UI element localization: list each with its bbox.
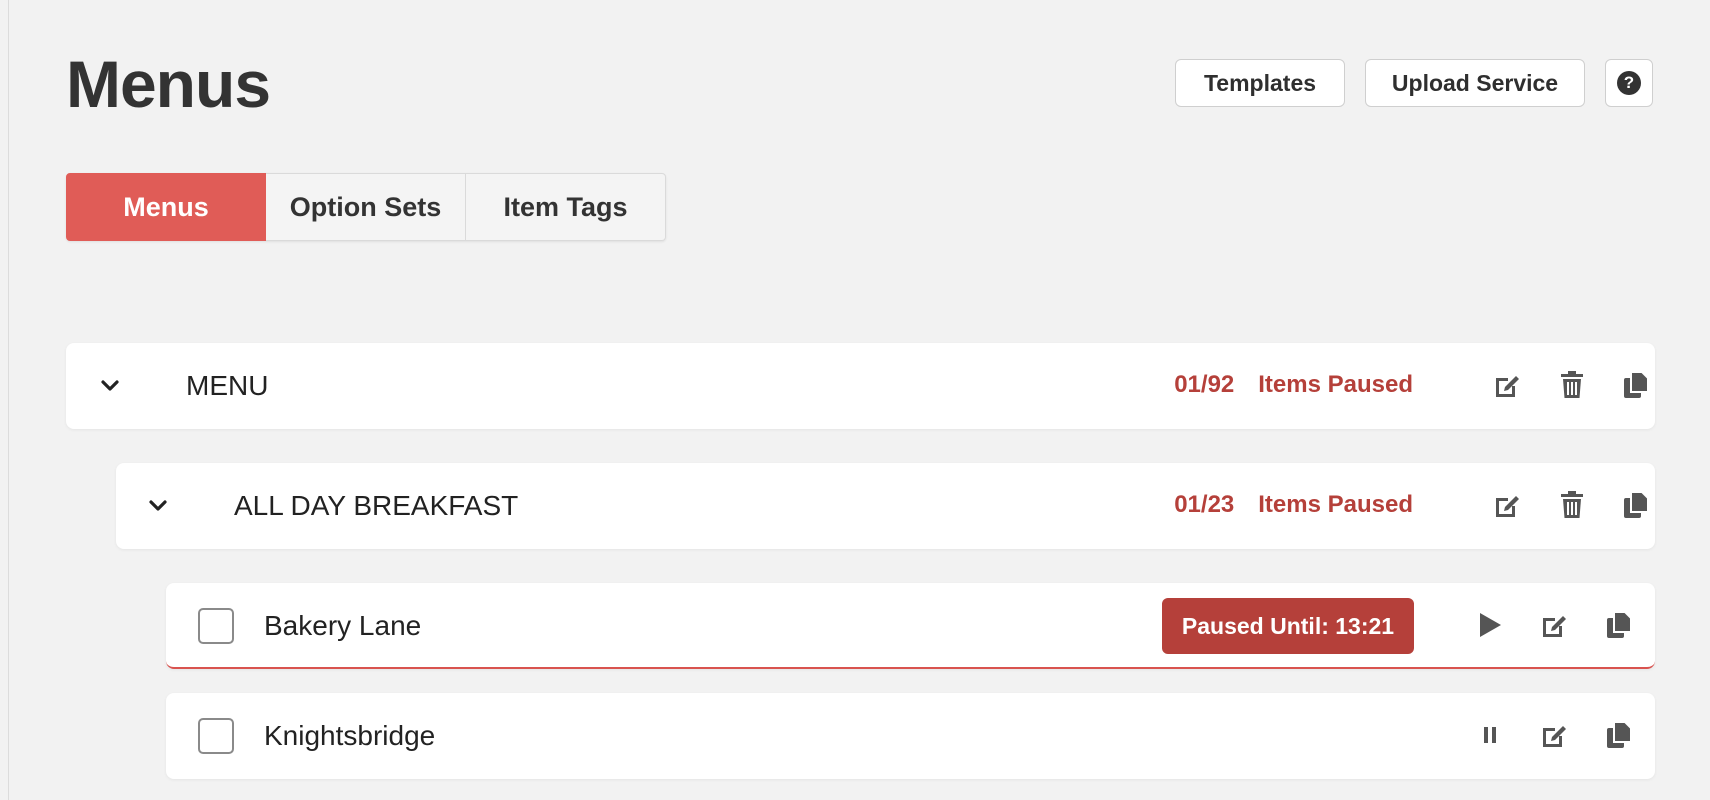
edit-icon[interactable] (1536, 607, 1572, 643)
category-row: ALL DAY BREAKFAST 01/23 Items Paused (116, 463, 1655, 549)
menu-paused-count: 01/92 (1174, 371, 1235, 398)
edit-icon[interactable] (1536, 717, 1572, 753)
item-checkbox[interactable] (198, 718, 234, 754)
tab-option-sets[interactable]: Option Sets (266, 173, 466, 241)
copy-icon[interactable] (1601, 607, 1637, 643)
category-paused-count: 01/23 (1174, 491, 1235, 518)
item-name: Bakery Lane (264, 610, 422, 641)
category-paused-summary: 01/23 Items Paused (1174, 491, 1413, 519)
page-title: Menus (66, 47, 271, 121)
help-icon: ? (1617, 71, 1641, 95)
menu-paused-summary: 01/92 Items Paused (1174, 371, 1413, 399)
chevron-down-icon[interactable] (148, 496, 168, 516)
copy-icon[interactable] (1601, 717, 1637, 753)
help-button[interactable]: ? (1605, 59, 1653, 107)
copy-icon[interactable] (1618, 487, 1654, 523)
upload-service-button[interactable]: Upload Service (1365, 59, 1585, 107)
item-name: Knightsbridge (264, 720, 436, 751)
edit-icon[interactable] (1489, 367, 1525, 403)
paused-until-badge: Paused Until: 13:21 (1162, 598, 1414, 654)
trash-icon[interactable] (1554, 487, 1590, 523)
menu-name: MENU (186, 370, 269, 401)
chevron-down-icon[interactable] (100, 376, 120, 396)
menu-row: MENU 01/92 Items Paused (66, 343, 1655, 429)
category-name: ALL DAY BREAKFAST (234, 490, 519, 521)
tab-menus[interactable]: Menus (66, 173, 266, 241)
top-actions: Templates Upload Service ? (1175, 59, 1653, 107)
left-border (0, 0, 9, 800)
item-row: Knightsbridge (166, 693, 1655, 779)
edit-icon[interactable] (1489, 487, 1525, 523)
templates-button[interactable]: Templates (1175, 59, 1345, 107)
trash-icon[interactable] (1554, 367, 1590, 403)
tab-item-tags[interactable]: Item Tags (466, 173, 666, 241)
play-icon[interactable] (1472, 607, 1508, 643)
item-row: Bakery Lane Paused Until: 13:21 (166, 583, 1655, 669)
pause-icon[interactable] (1472, 717, 1508, 753)
copy-icon[interactable] (1618, 367, 1654, 403)
menu-paused-label: Items Paused (1258, 371, 1413, 398)
item-checkbox[interactable] (198, 608, 234, 644)
category-paused-label: Items Paused (1258, 491, 1413, 518)
tab-bar: Menus Option Sets Item Tags (66, 173, 666, 241)
